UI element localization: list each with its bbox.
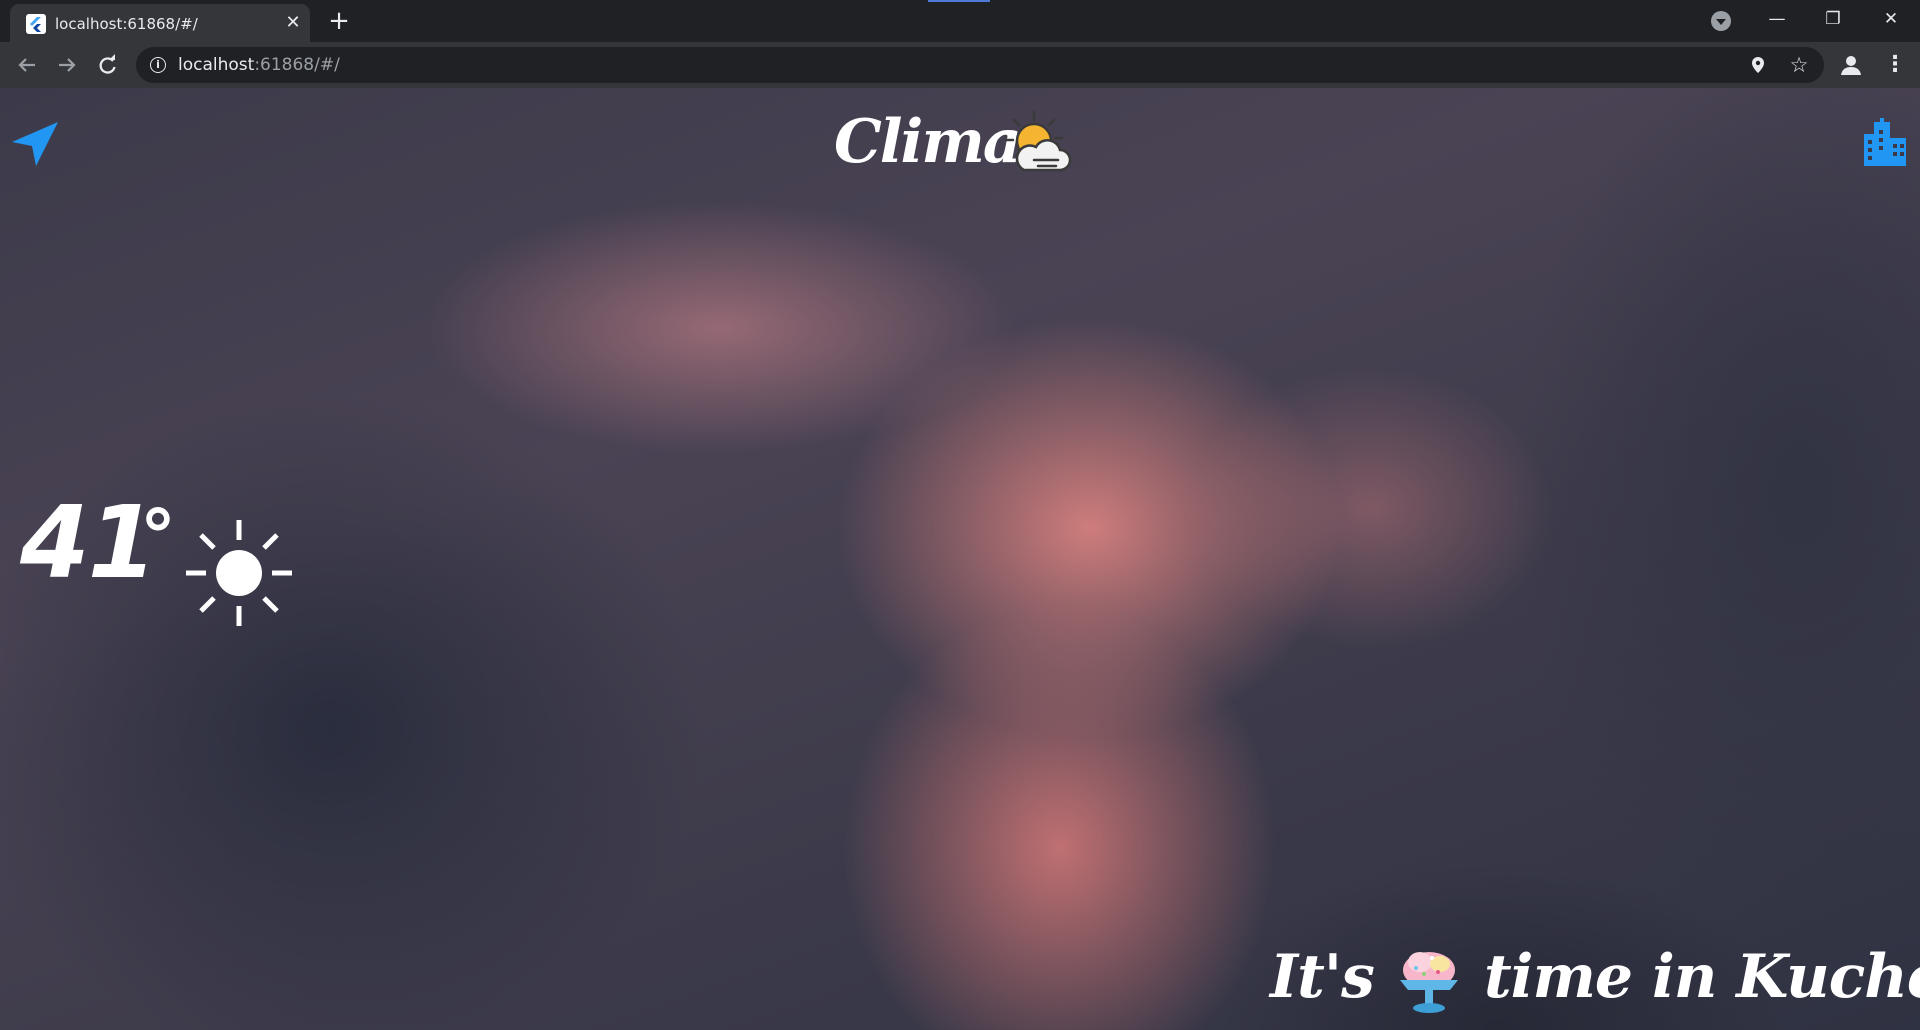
tab-close-icon[interactable]: ✕ [282, 12, 304, 34]
sun-icon [184, 518, 294, 628]
reload-icon[interactable] [93, 51, 121, 79]
location-pin-icon[interactable] [1749, 56, 1767, 74]
bookmark-star-icon[interactable]: ☆ [1787, 53, 1811, 77]
url-path: :61868/#/ [254, 55, 340, 75]
browser-tab[interactable]: localhost:61868/#/ ✕ [10, 4, 310, 42]
tab-strip: localhost:61868/#/ ✕ + — ❐ ✕ [0, 0, 1920, 42]
window-maximize-button[interactable]: ❐ [1805, 0, 1861, 38]
tab-search-icon[interactable] [1711, 11, 1731, 31]
profile-icon[interactable] [1838, 52, 1864, 78]
weather-message: It's time in Kuchera [1270, 934, 1920, 1016]
url-text[interactable]: localhost:61868/#/ [178, 55, 340, 75]
ice-cream-icon [1390, 938, 1468, 1016]
location-arrow-icon[interactable] [10, 118, 60, 168]
app-title: Clima [834, 107, 1022, 177]
address-bar[interactable]: i localhost:61868/#/ ☆ [136, 47, 1824, 83]
flutter-favicon-icon [26, 14, 46, 34]
url-host: localhost [178, 55, 255, 75]
forward-arrow-icon[interactable] [53, 51, 81, 79]
city-icon[interactable] [1860, 118, 1910, 168]
weather-screen: Clima 41 ° It's time in Kuch [0, 88, 1920, 1030]
sun-behind-cloud-icon [1000, 108, 1072, 180]
degree-symbol: ° [140, 494, 176, 578]
browser-toolbar: i localhost:61868/#/ ☆ ⋮ [0, 42, 1920, 88]
window-minimize-button[interactable]: — [1749, 0, 1805, 38]
back-arrow-icon[interactable] [13, 51, 41, 79]
message-prefix: It's [1270, 941, 1375, 1012]
new-tab-icon[interactable]: + [326, 8, 352, 35]
more-menu-icon[interactable]: ⋮ [1882, 52, 1908, 78]
message-suffix: time in Kuchera [1483, 941, 1920, 1012]
temperature-value: 41 [20, 484, 157, 601]
site-info-icon[interactable]: i [150, 57, 166, 73]
tab-title: localhost:61868/#/ [55, 15, 198, 33]
top-accent-line [928, 0, 990, 2]
window-close-button[interactable]: ✕ [1863, 0, 1919, 38]
